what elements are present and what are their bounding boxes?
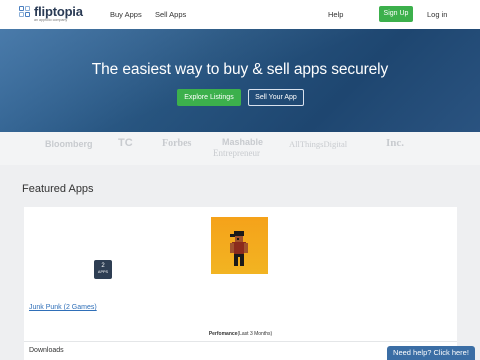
- nav-sell-apps[interactable]: Sell Apps: [155, 10, 186, 19]
- sell-your-app-button[interactable]: Sell Your App: [248, 89, 304, 106]
- press-logos: Bloomberg TC Forbes Mashable Entrepreneu…: [0, 132, 480, 165]
- app-thumbnail[interactable]: [211, 217, 268, 274]
- performance-label: Perfomance(Last 3 Months): [24, 331, 457, 337]
- logo-subtitle: an appfolio company: [34, 18, 68, 22]
- bloomberg-logo: Bloomberg: [45, 139, 93, 149]
- entrepreneur-logo: Entrepreneur: [213, 148, 260, 158]
- logo-icon: [19, 6, 31, 18]
- logo-text: fliptopia: [34, 4, 83, 19]
- need-help-button[interactable]: Need help? Click here!: [387, 346, 475, 360]
- hero-title: The easiest way to buy & sell apps secur…: [91, 61, 389, 78]
- badge-count: 2: [101, 263, 105, 269]
- featured-app-card: 2 APPS Junk Punk (2 Games) Perfomance(La…: [24, 207, 457, 360]
- explore-listings-button[interactable]: Explore Listings: [177, 89, 241, 106]
- nav-help[interactable]: Help: [328, 10, 343, 19]
- nav-buy-apps[interactable]: Buy Apps: [110, 10, 142, 19]
- forbes-logo: Forbes: [162, 138, 192, 149]
- downloads-label: Downloads: [29, 347, 64, 354]
- fliptopia-logo[interactable]: fliptopia an appfolio company: [19, 4, 89, 25]
- pixel-character-icon: [230, 231, 248, 266]
- performance-title: Perfomance: [208, 331, 238, 337]
- apps-count-badge: 2 APPS: [94, 260, 112, 279]
- performance-period: (Last 3 Months): [237, 331, 273, 337]
- techcrunch-logo: TC: [118, 137, 133, 149]
- badge-label: APPS: [97, 270, 109, 274]
- hero-banner: The easiest way to buy & sell apps secur…: [0, 29, 480, 132]
- allthingsd-logo: AllThingsDigital: [289, 139, 348, 149]
- app-title-link[interactable]: Junk Punk (2 Games): [29, 304, 97, 311]
- mashable-logo: Mashable: [222, 137, 264, 147]
- sign-up-button[interactable]: Sign Up: [379, 6, 413, 22]
- featured-apps-heading: Featured Apps: [22, 183, 94, 195]
- inc-logo: Inc.: [386, 137, 405, 149]
- top-nav: fliptopia an appfolio company Buy Apps S…: [0, 0, 480, 29]
- log-in-link[interactable]: Log in: [427, 10, 447, 19]
